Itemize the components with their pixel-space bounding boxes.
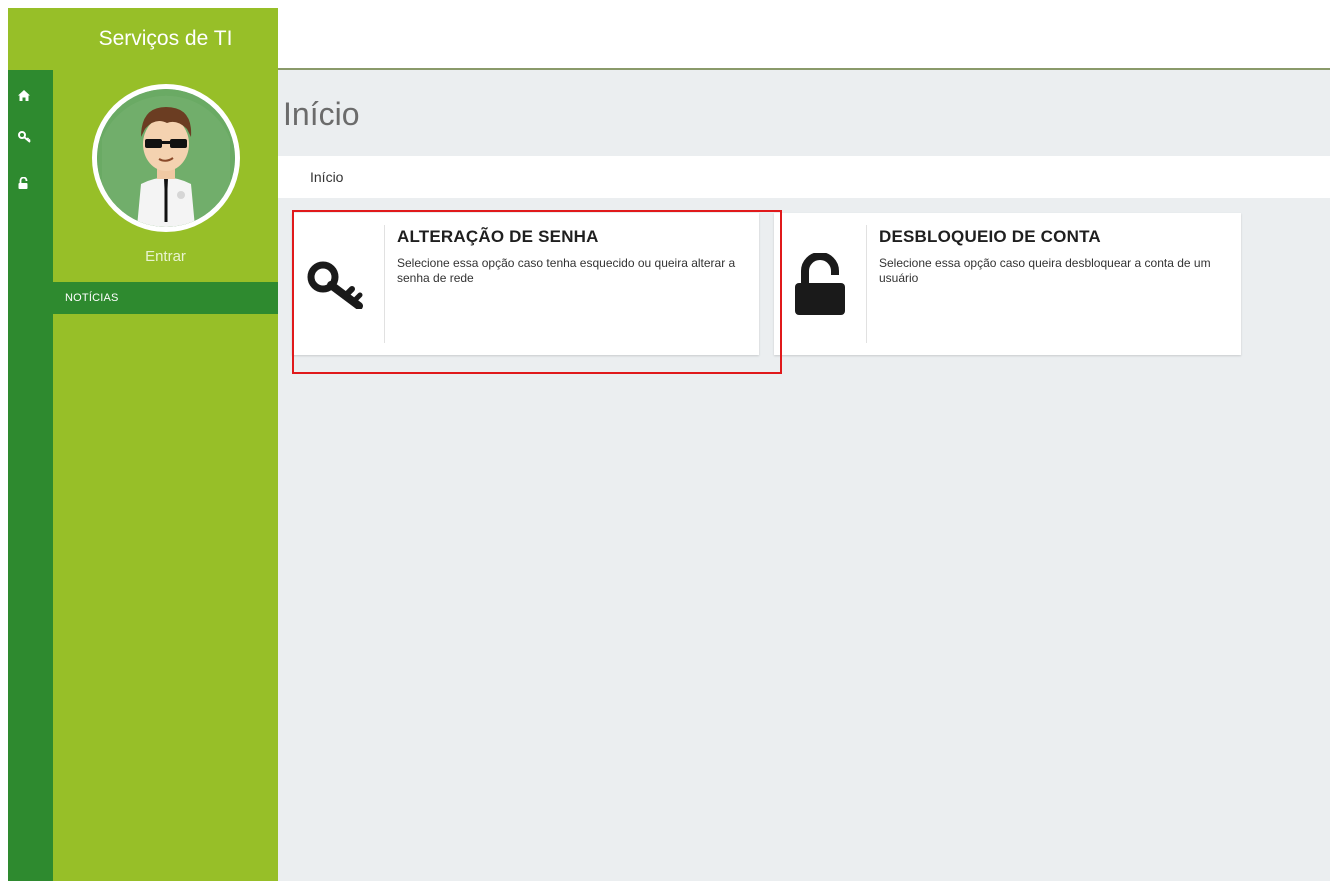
rail-home-button[interactable] xyxy=(8,80,53,110)
rail-password-button[interactable] xyxy=(8,122,53,152)
card-icon-area xyxy=(774,213,866,355)
page-title: Início xyxy=(283,96,360,132)
avatar[interactable] xyxy=(92,84,240,232)
user-illustration xyxy=(97,89,235,227)
top-bar xyxy=(278,8,1330,70)
unlock-icon xyxy=(18,177,28,189)
key-icon xyxy=(307,261,363,309)
rail-top xyxy=(8,8,53,70)
avatar-image xyxy=(97,89,235,227)
login-link[interactable]: Entrar xyxy=(53,248,278,265)
app-frame: Entrar NOTÍCIAS Serviços de TI xyxy=(8,8,1330,881)
card-description: Selecione essa opção caso tenha esquecid… xyxy=(397,256,736,285)
card-description: Selecione essa opção caso queira desbloq… xyxy=(879,256,1211,285)
key-icon xyxy=(18,131,31,143)
card-icon-area xyxy=(292,213,384,355)
home-icon xyxy=(18,89,30,101)
card-title: DESBLOQUEIO DE CONTA xyxy=(879,227,1101,246)
card-title: ALTERAÇÃO DE SENHA xyxy=(397,227,599,246)
sidebar-item-news[interactable]: NOTÍCIAS xyxy=(53,282,278,314)
rail-unlock-button[interactable] xyxy=(8,168,53,198)
icon-rail xyxy=(8,8,53,881)
breadcrumb: Início xyxy=(278,156,1330,198)
password-change-card[interactable]: ALTERAÇÃO DE SENHA Selecione essa opção … xyxy=(292,213,759,355)
app-brand[interactable]: Serviços de TI xyxy=(53,8,278,70)
breadcrumb-item-home[interactable]: Início xyxy=(310,169,343,185)
card-divider xyxy=(866,225,867,343)
card-divider xyxy=(384,225,385,343)
sidebar: Entrar NOTÍCIAS xyxy=(53,8,278,881)
account-unlock-card[interactable]: DESBLOQUEIO DE CONTA Selecione essa opçã… xyxy=(774,213,1241,355)
unlock-icon xyxy=(795,253,845,315)
